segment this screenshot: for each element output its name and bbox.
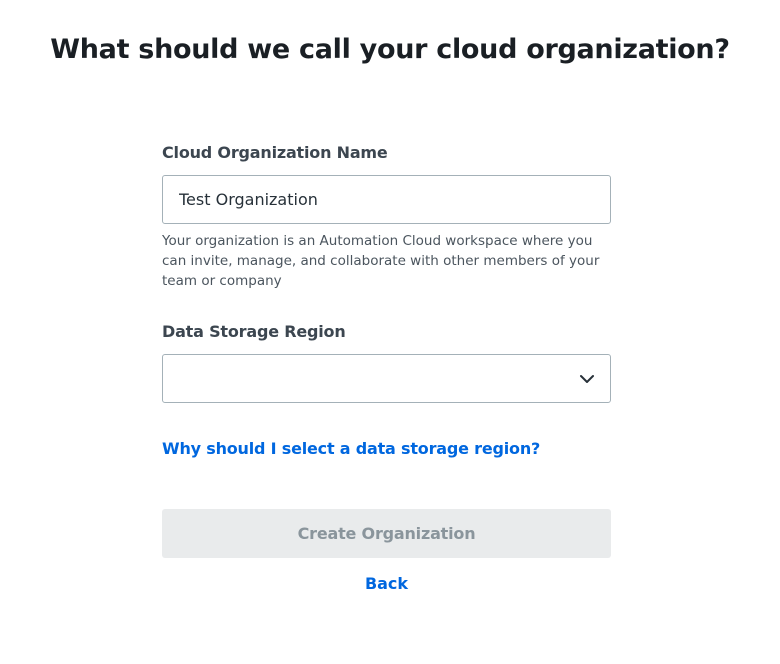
- region-select[interactable]: [162, 354, 611, 403]
- create-organization-form: Cloud Organization Name Your organizatio…: [162, 142, 611, 593]
- region-label: Data Storage Region: [162, 322, 346, 341]
- back-link[interactable]: Back: [162, 574, 611, 593]
- org-name-label: Cloud Organization Name: [162, 143, 388, 162]
- chevron-down-icon[interactable]: [578, 370, 596, 388]
- org-name-helper-text: Your organization is an Automation Cloud…: [162, 233, 600, 289]
- region-help-link[interactable]: Why should I select a data storage regio…: [162, 439, 540, 458]
- page-title: What should we call your cloud organizat…: [50, 34, 730, 65]
- org-name-input[interactable]: [162, 175, 611, 224]
- create-organization-button[interactable]: Create Organization: [162, 509, 611, 558]
